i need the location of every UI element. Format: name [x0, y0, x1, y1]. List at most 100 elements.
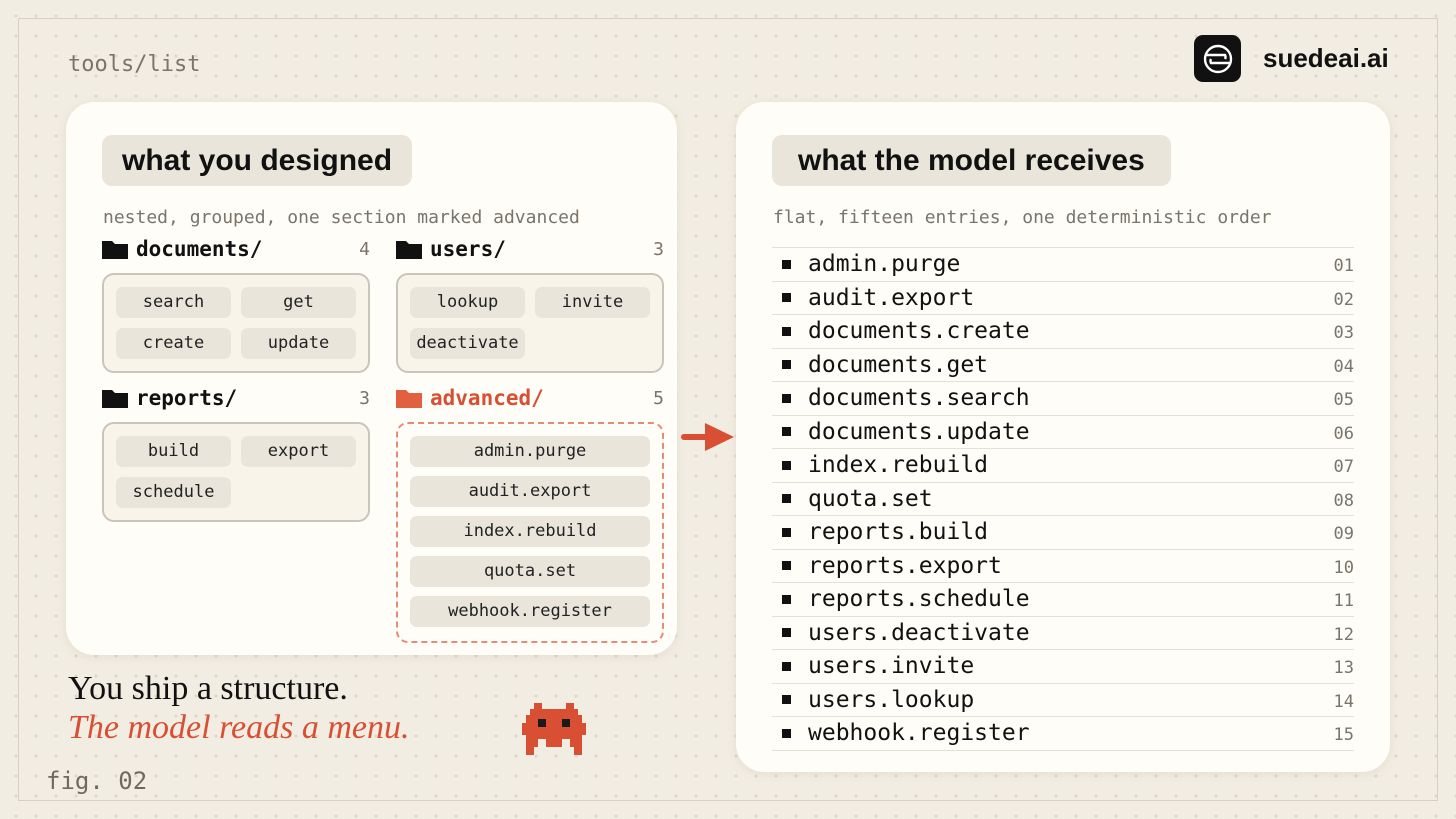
folder-icon: [396, 390, 422, 408]
list-item-number: 02: [1333, 289, 1354, 310]
list-item: audit.export 02: [772, 282, 1354, 315]
group-count: 4: [359, 239, 370, 260]
list-item: users.deactivate 12: [772, 617, 1354, 650]
list-item: reports.build 09: [772, 516, 1354, 550]
list-item-number: 01: [1333, 256, 1354, 276]
flat-tool-list: admin.purge 01 audit.export 02 documents.c…: [772, 247, 1354, 751]
list-item-number: 14: [1333, 691, 1354, 712]
received-panel-subtitle: flat, fifteen entries, one deterministic…: [773, 207, 1272, 228]
group-reports: reports/ 3 build export schedule: [102, 384, 370, 522]
list-item: documents.get 04: [772, 349, 1354, 382]
list-item: documents.update 06: [772, 416, 1354, 449]
list-item: quota.set 08: [772, 483, 1354, 516]
tool-chip: index.rebuild: [410, 516, 650, 547]
list-item-name: users.invite: [808, 653, 975, 680]
tool-chip: invite: [535, 287, 650, 318]
tool-chip: search: [116, 287, 231, 318]
list-item: documents.search 05: [772, 382, 1354, 416]
list-item-number: 13: [1333, 658, 1354, 678]
group-documents: documents/ 4 search get create update: [102, 235, 370, 373]
tool-chip: get: [241, 287, 356, 318]
bullet-icon: [782, 628, 791, 638]
bullet-icon: [782, 360, 791, 370]
list-item-name: users.deactivate: [808, 619, 1030, 646]
bullet-icon: [782, 326, 791, 336]
list-item-number: 05: [1333, 390, 1354, 410]
list-item-name: reports.build: [808, 519, 989, 546]
bullet-icon: [782, 427, 791, 437]
list-item: users.lookup 14: [772, 684, 1354, 717]
tool-chip: update: [241, 328, 356, 359]
group-header: advanced/ 5: [396, 384, 664, 412]
group-users: users/ 3 lookup invite deactivate: [396, 235, 664, 373]
list-item-number: 12: [1333, 624, 1354, 645]
list-item-number: 06: [1333, 423, 1354, 444]
group-count: 3: [359, 388, 370, 409]
tool-chip: build: [116, 436, 231, 467]
list-item-name: reports.export: [808, 552, 1002, 579]
list-item: index.rebuild 07: [772, 449, 1354, 483]
caption-line-1: You ship a structure.: [68, 670, 348, 707]
list-item-number: 15: [1333, 725, 1354, 745]
designed-panel-title: what you designed: [102, 135, 413, 186]
group-name: reports/: [136, 386, 238, 410]
group-items: build export schedule: [102, 422, 370, 522]
suedeai-logo-icon: [1194, 35, 1241, 82]
figure-label: fig. 02: [46, 767, 148, 795]
list-item-number: 11: [1333, 591, 1354, 611]
tool-chip: schedule: [116, 477, 231, 508]
bullet-icon: [782, 494, 791, 504]
path-label: tools/list: [68, 52, 201, 77]
folder-icon: [396, 241, 422, 259]
designed-panel-subtitle: nested, grouped, one section marked adva…: [103, 207, 580, 228]
list-item-name: documents.search: [808, 385, 1030, 412]
list-item: webhook.register 15: [772, 717, 1354, 751]
group-advanced: advanced/ 5 admin.purge audit.export ind…: [396, 384, 664, 643]
list-item-name: audit.export: [808, 284, 975, 311]
pixel-creature-icon: [522, 703, 586, 755]
list-item-name: webhook.register: [808, 720, 1030, 747]
group-items: search get create update: [102, 273, 370, 373]
bullet-icon: [782, 460, 791, 470]
brand: suedeai.ai: [1194, 35, 1389, 82]
list-item-name: documents.get: [808, 351, 989, 378]
bullet-icon: [782, 695, 791, 705]
designed-panel: what you designed nested, grouped, one s…: [66, 102, 677, 655]
list-item-number: 10: [1333, 557, 1354, 578]
folder-icon: [102, 241, 128, 259]
folder-icon: [102, 390, 128, 408]
list-item-name: documents.create: [808, 318, 1030, 345]
group-header: documents/ 4: [102, 235, 370, 263]
tool-chip: webhook.register: [410, 596, 650, 627]
received-panel-title: what the model receives: [772, 135, 1171, 186]
list-item-name: quota.set: [808, 485, 933, 512]
list-item-name: index.rebuild: [808, 452, 989, 479]
arrow-right-icon: [681, 423, 734, 451]
bullet-icon: [782, 561, 791, 571]
tool-chip: admin.purge: [410, 436, 650, 467]
bullet-icon: [782, 728, 791, 738]
list-item-number: 07: [1333, 457, 1354, 477]
bullet-icon: [782, 393, 791, 403]
bullet-icon: [782, 259, 791, 269]
list-item-number: 09: [1333, 524, 1354, 544]
list-item: reports.schedule 11: [772, 583, 1354, 617]
tool-chip: export: [241, 436, 356, 467]
list-item-number: 04: [1333, 356, 1354, 377]
list-item-number: 03: [1333, 323, 1354, 343]
bullet-icon: [782, 527, 791, 537]
group-name: documents/: [136, 237, 263, 261]
list-item-name: users.lookup: [808, 686, 975, 713]
list-item: documents.create 03: [772, 315, 1354, 349]
group-header: reports/ 3: [102, 384, 370, 412]
list-item-name: admin.purge: [808, 251, 961, 278]
list-item-name: documents.update: [808, 418, 1030, 445]
group-name: advanced/: [430, 386, 544, 410]
brand-name: suedeai.ai: [1263, 43, 1389, 73]
list-item: reports.export 10: [772, 550, 1354, 583]
group-count: 3: [653, 239, 664, 260]
bullet-icon: [782, 293, 791, 303]
list-item-number: 08: [1333, 490, 1354, 511]
group-header: users/ 3: [396, 235, 664, 263]
bullet-icon: [782, 594, 791, 604]
